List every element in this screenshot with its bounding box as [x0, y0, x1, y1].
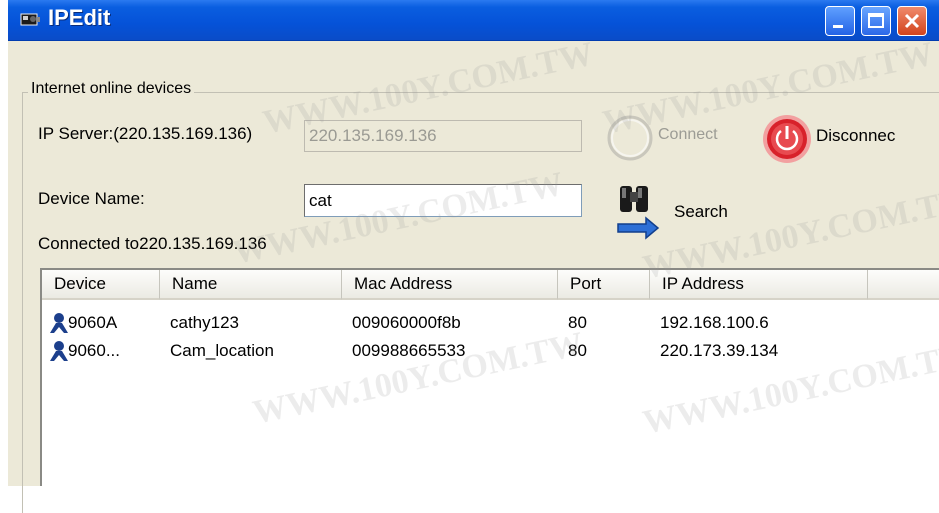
- close-button[interactable]: [897, 6, 927, 36]
- group-legend: Internet online devices: [28, 80, 195, 98]
- minimize-icon: [833, 25, 843, 28]
- power-icon: [763, 115, 811, 163]
- maximize-icon: [868, 13, 884, 28]
- minimize-button[interactable]: [825, 6, 855, 36]
- cell-device: 9060...: [68, 341, 120, 360]
- binoculars-icon: [617, 186, 660, 240]
- cell-name: Cam_location: [170, 341, 274, 360]
- cell-device: 9060A: [68, 313, 118, 332]
- connect-label: Connect: [658, 126, 718, 143]
- cell-port: 80: [568, 341, 587, 360]
- device-user-icon: [50, 341, 68, 361]
- cell-port: 80: [568, 313, 587, 332]
- table-row[interactable]: 9060A cathy123 009060000f8b 80 192.168.1…: [42, 310, 939, 338]
- ip-server-label: IP Server:(220.135.169.136): [38, 124, 253, 143]
- window-title: IPEdit: [48, 5, 111, 30]
- column-header-port[interactable]: Port: [558, 270, 650, 300]
- column-header-name[interactable]: Name: [160, 270, 342, 300]
- column-header-mac[interactable]: Mac Address: [342, 270, 558, 300]
- cell-mac: 009988665533: [352, 341, 466, 360]
- list-header: Device Name Mac Address Port IP Address: [42, 270, 939, 300]
- cell-ip: 192.168.100.6: [660, 313, 769, 332]
- device-name-input[interactable]: [304, 184, 582, 217]
- column-header-empty: [868, 270, 939, 300]
- maximize-button[interactable]: [861, 6, 891, 36]
- cell-mac: 009060000f8b: [352, 313, 461, 332]
- cell-name: cathy123: [170, 313, 239, 332]
- camera-icon: [20, 13, 40, 26]
- ip-server-input[interactable]: [304, 120, 582, 152]
- search-label: Search: [674, 202, 728, 221]
- disconnect-label: Disconnec: [816, 126, 896, 145]
- device-name-label: Device Name:: [38, 189, 145, 208]
- connect-icon: [607, 115, 653, 161]
- close-icon: [904, 13, 920, 29]
- search-button[interactable]: Search: [612, 180, 772, 240]
- column-header-device[interactable]: Device: [42, 270, 160, 300]
- cell-ip: 220.173.39.134: [660, 341, 779, 360]
- connect-button[interactable]: Connect: [604, 112, 754, 162]
- device-user-icon: [50, 313, 68, 333]
- devices-listview[interactable]: Device Name Mac Address Port IP Address …: [40, 268, 939, 486]
- disconnect-button[interactable]: Disconnec: [760, 108, 935, 164]
- connection-status: Connected to220.135.169.136: [38, 234, 267, 253]
- title-bar[interactable]: IPEdit: [8, 0, 939, 41]
- column-header-ip[interactable]: IP Address: [650, 270, 868, 300]
- table-row[interactable]: 9060... Cam_location 009988665533 80 220…: [42, 338, 939, 366]
